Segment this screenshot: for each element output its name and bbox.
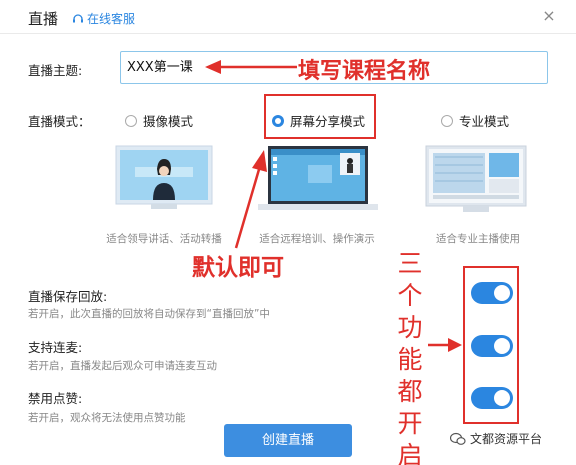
setting-title-mic: 支持连麦: <box>28 340 83 355</box>
live-dialog: 直播 在线客服 × 直播主题: XXX第一课 填写课程名称 直播模式： 摄像模式… <box>0 0 576 465</box>
watermark: 文都资源平台 <box>450 430 542 447</box>
wechat-icon <box>450 432 466 445</box>
headset-icon <box>73 13 83 22</box>
dialog-header: 直播 在线客服 × <box>0 0 576 34</box>
annotation-char: 三 <box>397 249 423 278</box>
annotation-char: 开 <box>397 409 423 438</box>
disable-like-toggle[interactable] <box>471 387 513 409</box>
mode-option-label: 屏幕分享模式 <box>290 114 366 129</box>
mode-option-label: 摄像模式 <box>143 114 194 129</box>
annotation-char: 都 <box>397 377 423 406</box>
setting-desc-mic: 若开启，直播发起后观众可申请连麦互动 <box>28 360 217 372</box>
annotation-char: 启 <box>397 441 423 465</box>
radio-circle-selected <box>272 114 284 127</box>
annotation-default: 默认即可 <box>192 255 284 281</box>
mode-desc-professional: 适合专业主播使用 <box>436 233 520 245</box>
annotation-char: 功 <box>397 313 423 342</box>
professional-mode-illustration <box>425 145 527 212</box>
online-service-link[interactable]: 在线客服 <box>72 10 135 27</box>
radio-circle <box>125 114 137 127</box>
mode-option-camera[interactable]: 摄像模式 <box>125 111 193 130</box>
annotation-three-features: 三 个 功 能 都 开 启 <box>395 248 425 465</box>
replay-toggle[interactable] <box>471 282 513 304</box>
mode-label: 直播模式： <box>28 114 91 129</box>
create-live-button[interactable]: 创建直播 <box>224 424 352 457</box>
setting-title-replay: 直播保存回放: <box>28 289 108 304</box>
mode-option-label: 专业模式 <box>459 114 510 129</box>
mode-option-professional[interactable]: 专业模式 <box>441 111 509 130</box>
setting-title-like: 禁用点赞: <box>28 391 83 406</box>
watermark-text: 文都资源平台 <box>470 432 543 446</box>
setting-desc-like: 若开启，观众将无法使用点赞功能 <box>28 412 186 424</box>
mic-link-toggle[interactable] <box>471 335 513 357</box>
annotation-char: 能 <box>397 345 423 374</box>
setting-desc-replay: 若开启，此次直播的回放将自动保存到“直播回放”中 <box>28 308 270 320</box>
online-service-label: 在线客服 <box>87 12 136 26</box>
arrow-to-screen-share <box>234 150 267 249</box>
dialog-title: 直播 <box>28 10 59 28</box>
annotation-char: 个 <box>397 281 423 310</box>
mode-option-screen-share[interactable]: 屏幕分享模式 <box>272 111 365 130</box>
arrow-to-switches <box>428 338 462 352</box>
camera-mode-illustration <box>115 145 213 209</box>
topic-label: 直播主题: <box>28 63 83 78</box>
annotation-fill-name: 填写课程名称 <box>298 59 431 84</box>
mode-desc-camera: 适合领导讲话、活动转播 <box>106 233 222 245</box>
arrow-to-topic <box>205 60 297 74</box>
radio-circle <box>441 114 453 127</box>
close-icon[interactable]: × <box>539 6 559 26</box>
screen-share-illustration <box>258 146 378 210</box>
